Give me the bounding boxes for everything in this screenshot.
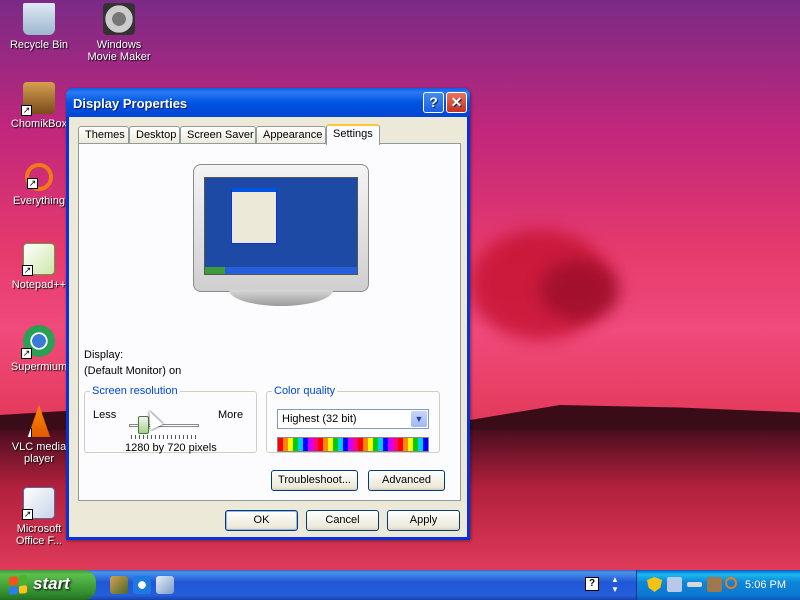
quicklaunch-app-icon[interactable]	[110, 576, 128, 594]
internet-explorer-icon[interactable]	[133, 576, 151, 594]
preview-window	[231, 188, 277, 244]
vlc-icon: ↗	[27, 405, 51, 437]
quicklaunch-tool-icon[interactable]	[156, 576, 174, 594]
ok-button[interactable]: OK	[225, 510, 298, 531]
desktop-icon-label: ChomikBox	[10, 118, 68, 130]
close-button[interactable]: ✕	[446, 92, 467, 113]
tray-app-icon[interactable]	[707, 577, 722, 592]
desktop-icon-chomikbox[interactable]: ↗ ChomikBox	[3, 82, 75, 130]
desktop-icon-supermium[interactable]: ↗ Supermium	[3, 325, 75, 373]
monitor-preview	[193, 164, 369, 312]
wallpaper-cloud	[540, 260, 620, 320]
troubleshoot-button[interactable]: Troubleshoot...	[271, 470, 358, 491]
everything-icon: ↗	[25, 163, 53, 191]
office-icon: ↗	[22, 487, 55, 520]
security-shield-icon[interactable]	[647, 577, 662, 592]
tab-appearance[interactable]: Appearance	[256, 126, 326, 144]
monitor-stand	[229, 290, 333, 306]
color-quality-value: Highest (32 bit)	[282, 413, 357, 425]
chomikbox-icon: ↗	[21, 82, 55, 116]
preview-start	[205, 267, 225, 274]
tab-settings[interactable]: Settings	[326, 124, 380, 145]
desktop-icon-label: Notepad++	[11, 279, 67, 291]
color-quality-legend: Color quality	[274, 385, 336, 397]
cancel-button[interactable]: Cancel	[306, 510, 379, 531]
search-icon[interactable]	[725, 577, 737, 589]
desktop-icon-notepad-plus-plus[interactable]: ↗ Notepad++	[3, 243, 75, 291]
usb-icon[interactable]	[687, 582, 702, 587]
desktop-icon-vlc[interactable]: ↗ VLC media player	[3, 405, 75, 465]
system-tray: 5:06 PM	[636, 570, 800, 600]
desktop-icon-label: VLC media player	[11, 441, 67, 465]
apply-button[interactable]: Apply	[387, 510, 460, 531]
desktop-icon-label: Windows Movie Maker	[87, 39, 151, 63]
display-properties-window: Display Properties ? ✕ Themes Desktop Sc…	[66, 88, 470, 540]
preview-taskbar	[205, 267, 357, 274]
display-label: Display:	[84, 349, 124, 361]
tray-expand-icon[interactable]: ▲ ▼	[610, 575, 620, 595]
settings-panel: Display: (Default Monitor) on Screen res…	[78, 143, 461, 501]
recycle-bin-icon	[23, 3, 55, 35]
desktop-icon-office[interactable]: ↗ Microsoft Office F...	[3, 487, 75, 547]
slider-ticks	[131, 435, 199, 439]
tab-themes[interactable]: Themes	[78, 126, 129, 144]
clock[interactable]: 5:06 PM	[745, 579, 786, 591]
less-label: Less	[93, 409, 117, 421]
chevron-down-icon[interactable]: ▼	[411, 411, 427, 427]
window-title: Display Properties	[73, 96, 188, 111]
help-button[interactable]: ?	[423, 92, 444, 113]
title-bar[interactable]: Display Properties ? ✕	[66, 88, 470, 117]
monitor-bezel	[193, 164, 369, 292]
color-quality-select[interactable]: Highest (32 bit) ▼	[277, 409, 429, 429]
color-quality-group: Color quality Highest (32 bit) ▼	[266, 385, 440, 453]
resolution-value: 1280 by 720 pixels	[125, 442, 217, 454]
start-label: start	[33, 574, 70, 593]
tab-screen-saver[interactable]: Screen Saver	[180, 126, 256, 144]
screen-resolution-legend: Screen resolution	[92, 385, 178, 397]
start-button[interactable]: start	[0, 570, 96, 600]
display-value: (Default Monitor) on	[84, 365, 182, 377]
tab-desktop[interactable]: Desktop	[129, 126, 180, 144]
desktop-icon-label: Recycle Bin	[9, 39, 69, 51]
taskbar: start ? ▲ ▼ 5:06 PM	[0, 570, 800, 600]
desktop-icon-label: Microsoft Office F...	[15, 523, 63, 547]
notepad-plus-plus-icon: ↗	[22, 243, 55, 276]
advanced-button[interactable]: Advanced	[368, 470, 445, 491]
network-icon[interactable]	[667, 577, 682, 592]
color-spectrum-bar	[277, 437, 429, 452]
more-label: More	[218, 409, 244, 421]
screen-resolution-group: Screen resolution Less More 1280 by 720 …	[84, 385, 257, 454]
desktop-icon-label: Supermium	[10, 361, 68, 373]
windows-logo-icon	[9, 575, 27, 595]
movie-maker-icon	[103, 3, 135, 35]
desktop-icon-recycle-bin[interactable]: Recycle Bin	[3, 3, 75, 51]
desktop-icon-label: Everything	[13, 195, 65, 207]
help-tray-icon[interactable]: ?	[585, 577, 599, 591]
monitor-screen	[204, 177, 358, 275]
supermium-icon: ↗	[21, 325, 55, 359]
desktop-icon-everything[interactable]: ↗ Everything	[3, 163, 75, 207]
desktop-icon-movie-maker[interactable]: Windows Movie Maker	[83, 3, 155, 63]
